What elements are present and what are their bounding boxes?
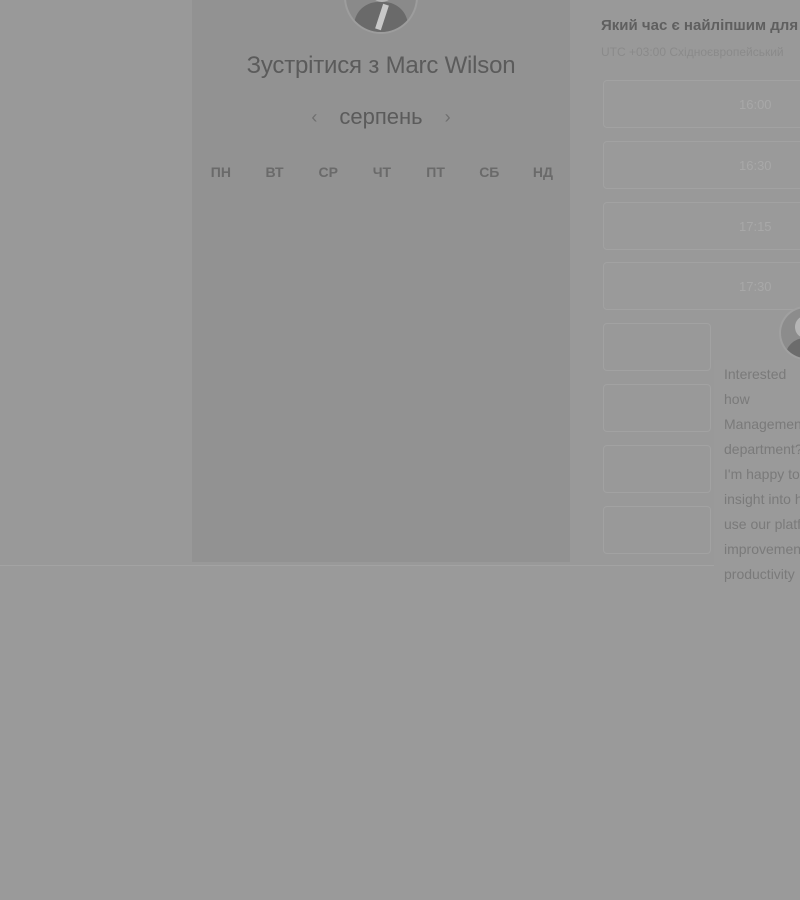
time-slot[interactable] bbox=[603, 384, 711, 432]
time-slot-label: 17:15 bbox=[739, 218, 772, 234]
weekday-thu: ЧТ bbox=[372, 164, 392, 180]
avatar-head bbox=[795, 316, 800, 338]
meeting-title: Зустрітися з Marc Wilson bbox=[246, 52, 516, 79]
month-label: серпень bbox=[339, 104, 423, 129]
weekday-mon: ПН bbox=[210, 164, 231, 180]
month-navigation: ‹ серпень › bbox=[192, 100, 570, 134]
time-slot[interactable] bbox=[603, 445, 711, 493]
weekday-sat: СБ bbox=[479, 164, 500, 180]
weekday-header: ПН ВТ СР ЧТ ПТ СБ НД bbox=[194, 164, 570, 180]
time-slot[interactable]: 17:30 bbox=[603, 262, 800, 310]
time-slot[interactable]: 17:15 bbox=[603, 202, 800, 250]
calendar-card bbox=[192, 0, 570, 562]
chevron-left-icon[interactable]: ‹ bbox=[307, 107, 321, 128]
host-avatar bbox=[346, 0, 416, 32]
weekday-fri: ПТ bbox=[426, 164, 445, 180]
time-question-heading: Який час є найліпшим для bbox=[601, 17, 799, 34]
chevron-right-icon[interactable]: › bbox=[441, 107, 455, 128]
chat-message-text-1: Interested how Management department? bbox=[724, 366, 800, 457]
chat-message-text-2: I'm happy to insight into ho use our pla… bbox=[724, 466, 800, 582]
time-slot[interactable]: 16:00 bbox=[603, 80, 800, 128]
time-slot-label: 17:30 bbox=[739, 278, 772, 294]
time-slot-label: 16:30 bbox=[739, 157, 772, 173]
time-slot-label: 16:00 bbox=[739, 96, 772, 112]
weekday-tue: ВТ bbox=[265, 164, 284, 180]
time-slot[interactable] bbox=[603, 323, 711, 371]
avatar-body bbox=[785, 338, 800, 358]
time-slot[interactable]: 16:30 bbox=[603, 141, 800, 189]
timezone-label[interactable]: UTC +03:00 Східноєвропейський bbox=[601, 45, 784, 59]
weekday-wed: СР bbox=[318, 164, 338, 180]
time-slot[interactable] bbox=[603, 506, 711, 554]
weekday-sun: НД bbox=[532, 164, 554, 180]
